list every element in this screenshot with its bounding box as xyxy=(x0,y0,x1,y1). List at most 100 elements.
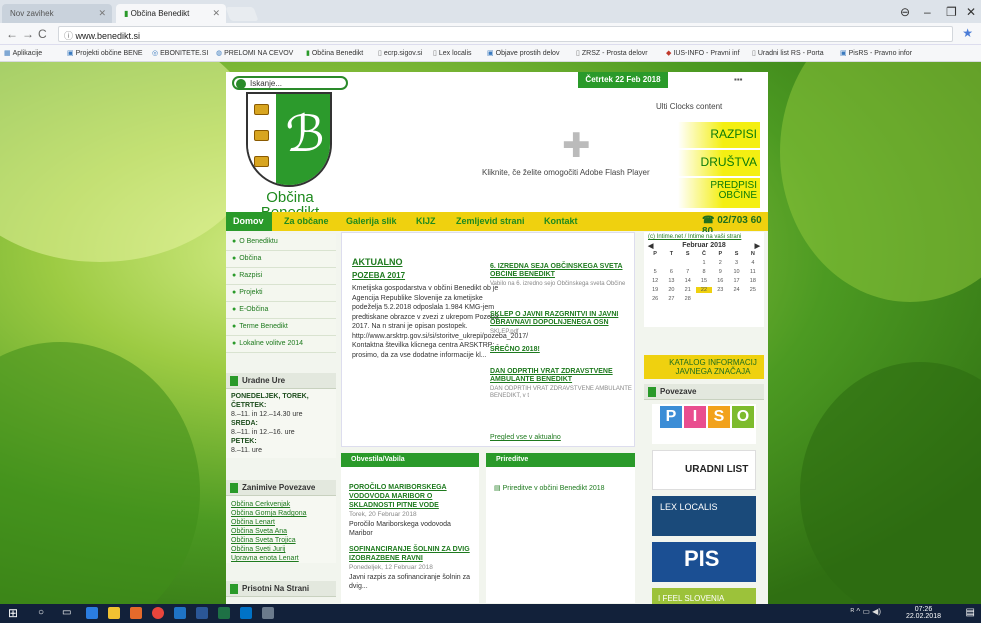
calendar-day[interactable]: 7 xyxy=(680,269,696,275)
nav-kontakt[interactable]: Kontakt xyxy=(544,216,578,226)
ie-icon[interactable] xyxy=(174,607,186,619)
calendar-day[interactable]: 17 xyxy=(728,278,744,284)
link-item[interactable]: Občina Cerkvenjak xyxy=(226,500,336,509)
firefox-icon[interactable] xyxy=(130,607,142,619)
calendar-day[interactable]: 3 xyxy=(728,260,744,266)
forward-icon[interactable]: → xyxy=(22,27,34,41)
quick-link-drustva[interactable]: DRUŠTVA xyxy=(678,150,760,176)
search-icon[interactable]: ○ xyxy=(38,607,44,618)
uradni-list-banner[interactable]: URADNI LIST xyxy=(652,450,756,490)
tab-benedikt[interactable]: ▮ Občina Benedikt ✕ xyxy=(116,4,226,23)
task-view-icon[interactable]: ▭ xyxy=(62,607,71,618)
quick-link-razpisi[interactable]: RAZPISI xyxy=(678,122,760,148)
aktualno-item-title[interactable]: SKLEP O JAVNI RAZGRNITVI IN JAVNI OBRAVN… xyxy=(490,311,632,327)
menu-item[interactable]: ● O Benediktu xyxy=(226,234,336,251)
bookmark[interactable]: ▯ Uradni list RS - Porta xyxy=(752,49,824,57)
nav-galerija[interactable]: Galerija slik xyxy=(346,216,397,226)
menu-item[interactable]: ● Terme Benedikt xyxy=(226,319,336,336)
bookmark[interactable]: ▮ Občina Benedikt xyxy=(306,49,363,57)
katalog-banner[interactable]: KATALOG INFORMACIJ JAVNEGA ZNAČAJA xyxy=(644,355,764,379)
bookmark[interactable]: ▯ Lex localis xyxy=(433,49,472,57)
bookmark[interactable]: ▣ PisRS - Pravno infor xyxy=(840,49,912,57)
notification-icon[interactable]: ▤ xyxy=(966,607,975,618)
bookmark[interactable]: ◎ EBONITETE.SI xyxy=(152,49,208,57)
calendar-day[interactable]: 16 xyxy=(712,278,728,284)
explorer-icon[interactable] xyxy=(108,607,120,619)
excel-icon[interactable] xyxy=(218,607,230,619)
calendar-day[interactable]: 10 xyxy=(728,269,744,275)
edge-icon[interactable] xyxy=(86,607,98,619)
calendar-day[interactable]: 18 xyxy=(745,278,761,284)
language-flags[interactable]: ▪▪▪ xyxy=(734,75,743,84)
calendar-day[interactable]: 27 xyxy=(663,296,679,302)
calendar-day[interactable]: 2 xyxy=(712,260,728,266)
coat-of-arms-logo[interactable]: ℬ xyxy=(246,92,332,187)
calendar-day[interactable]: 5 xyxy=(647,269,663,275)
back-icon[interactable]: ← xyxy=(6,27,18,41)
calendar-day[interactable]: 23 xyxy=(712,287,728,293)
lex-localis-banner[interactable]: LEX LOCALIS xyxy=(652,496,756,536)
flash-message[interactable]: Kliknite, če želite omogočiti Adobe Flas… xyxy=(482,168,650,177)
prev-month-icon[interactable]: ◀ xyxy=(648,242,653,250)
close-window-icon[interactable]: ✕ xyxy=(966,5,976,19)
calendar-day[interactable]: 4 xyxy=(745,260,761,266)
profile-icon[interactable]: ⊖ xyxy=(900,5,910,19)
obvestilo-title[interactable]: POROČILO MARIBORSKEGA VODOVODA MARIBOR O… xyxy=(341,483,479,510)
nav-home[interactable]: Domov xyxy=(226,212,272,231)
app-icon[interactable] xyxy=(262,607,274,619)
menu-item[interactable]: ● Lokalne volitve 2014 xyxy=(226,336,336,353)
close-icon[interactable]: ✕ xyxy=(212,8,220,19)
aktualno-item-title[interactable]: 6. IZREDNA SEJA OBČINSKEGA SVETA OBČINE … xyxy=(490,263,632,279)
aktualno-item-title[interactable]: SREČNO 2018! xyxy=(490,346,632,354)
aktualno-head-title[interactable]: POZEBA 2017 xyxy=(352,271,405,280)
link-item[interactable]: Občina Lenart xyxy=(226,518,336,527)
pis-banner[interactable]: PIS xyxy=(652,542,756,582)
link-item[interactable]: Upravna enota Lenart xyxy=(226,554,336,563)
reload-icon[interactable]: C xyxy=(38,27,47,41)
calendar-day[interactable]: 13 xyxy=(663,278,679,284)
word-icon[interactable] xyxy=(196,607,208,619)
calendar-day[interactable]: 20 xyxy=(663,287,679,293)
bookmark[interactable]: ◍ PRELOMI NA CEVOV xyxy=(216,49,293,57)
plugin-icon[interactable]: ✚ xyxy=(562,126,591,166)
calendar-day[interactable]: 19 xyxy=(647,287,663,293)
close-icon[interactable]: ✕ xyxy=(98,8,106,19)
link-item[interactable]: Občina Sveta Ana xyxy=(226,527,336,536)
prireditev-item[interactable]: ▤ Prireditve v občini Benedikt 2018 xyxy=(486,483,635,494)
new-tab-button[interactable] xyxy=(225,7,259,21)
link-item[interactable]: Občina Gornja Radgona xyxy=(226,509,336,518)
calendar-credit[interactable]: (c) Intime.net / Intime na vaši strani xyxy=(644,232,764,242)
calendar-day[interactable]: 11 xyxy=(745,269,761,275)
calendar-day[interactable]: 15 xyxy=(696,278,712,284)
bookmark[interactable]: ◆ IUS-INFO - Pravni inf xyxy=(666,49,740,57)
calendar-day[interactable]: 8 xyxy=(696,269,712,275)
next-month-icon[interactable]: ▶ xyxy=(755,242,760,250)
nav-za-obcane[interactable]: Za občane xyxy=(284,216,329,226)
system-tray[interactable]: ᴿ ^ ▭ ◀) xyxy=(851,607,881,616)
menu-item[interactable]: ● Razpisi xyxy=(226,268,336,285)
chrome-icon[interactable] xyxy=(152,607,164,619)
calendar-day[interactable]: 14 xyxy=(680,278,696,284)
clock[interactable]: 07:26 22.02.2018 xyxy=(906,606,941,620)
calendar-day[interactable]: 28 xyxy=(680,296,696,302)
calendar-day[interactable]: 26 xyxy=(647,296,663,302)
calendar-day[interactable]: 1 xyxy=(696,260,712,266)
link-item[interactable]: Občina Sveta Trojica xyxy=(226,536,336,545)
nav-kijz[interactable]: KIJZ xyxy=(416,216,436,226)
calendar-day[interactable]: 9 xyxy=(712,269,728,275)
bookmark[interactable]: ▯ ZRSZ - Prosta delovr xyxy=(576,49,648,57)
quick-link-predpisi[interactable]: PREDPISI OBČINE xyxy=(678,178,760,208)
calendar-day[interactable]: 12 xyxy=(647,278,663,284)
ifeel-slovenia-banner[interactable]: I FEEL SLOVENIA xyxy=(652,588,756,604)
obvestilo-title[interactable]: SOFINANCIRANJE ŠOLNIN ZA DVIG IZOBRAZBEN… xyxy=(341,545,479,563)
calendar-day[interactable]: 6 xyxy=(663,269,679,275)
menu-item[interactable]: ● Projekti xyxy=(226,285,336,302)
tab-new[interactable]: Nov zavihek ✕ xyxy=(2,4,112,23)
star-icon[interactable]: ★ xyxy=(962,26,973,40)
maximize-icon[interactable]: ❐ xyxy=(946,5,957,19)
search-input[interactable]: Iskanje... xyxy=(232,76,348,90)
bookmark[interactable]: ▣ Projekti občine BENE xyxy=(67,49,143,57)
bookmark-apps[interactable]: ▦ Aplikacije xyxy=(4,49,42,57)
bookmark[interactable]: ▣ Objave prostih delov xyxy=(487,49,559,57)
link-item[interactable]: Občina Sveti Jurij xyxy=(226,545,336,554)
